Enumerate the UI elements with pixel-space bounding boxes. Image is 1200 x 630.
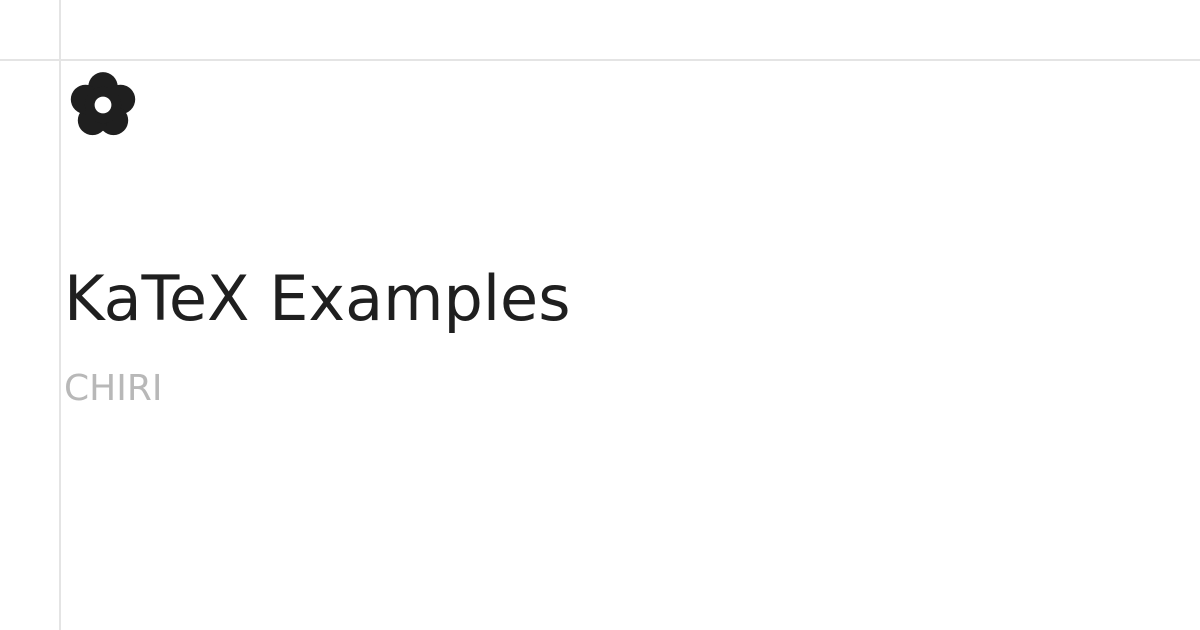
vertical-guide-line [59,0,61,630]
author-name: CHIRI [64,368,163,409]
horizontal-guide-line [0,59,1200,61]
page-title: KaTeX Examples [64,262,571,335]
flower-icon [68,70,138,140]
